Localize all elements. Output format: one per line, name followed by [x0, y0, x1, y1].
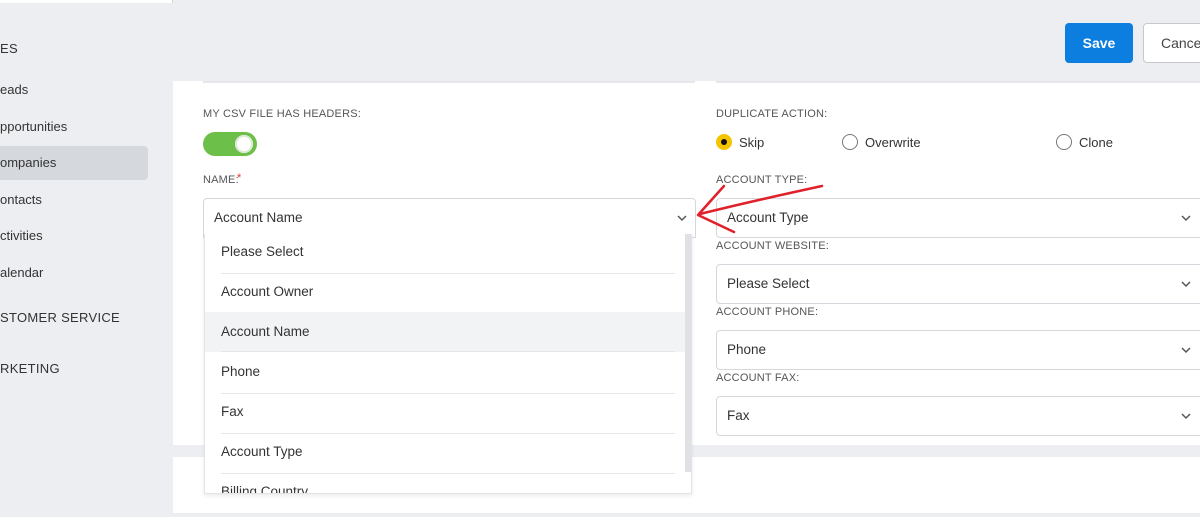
account-website-label: ACCOUNT WEBSITE:	[716, 240, 830, 252]
chevron-down-icon	[1181, 413, 1191, 420]
name-select-value: Account Name	[214, 210, 303, 225]
dropdown-option-label: Billing Country	[221, 484, 309, 494]
account-phone-select[interactable]: Phone	[716, 330, 1200, 370]
dropdown-option[interactable]: Account Owner	[205, 274, 689, 314]
sidebar-section-sales: ES	[0, 41, 18, 56]
name-select-dropdown[interactable]: Please Select Account Owner Account Name…	[204, 234, 692, 494]
name-label-text: NAME:	[203, 174, 239, 186]
radio-skip-label: Skip	[739, 134, 765, 150]
chevron-down-icon	[1181, 347, 1191, 354]
radio-unchecked-icon[interactable]	[1056, 134, 1072, 150]
dropdown-option[interactable]: Account Type	[205, 434, 689, 474]
account-website-value: Please Select	[727, 276, 810, 291]
duplicate-action-label: DUPLICATE ACTION:	[716, 108, 828, 120]
dropdown-option-label: Phone	[221, 364, 261, 379]
panel-top-divider	[203, 81, 695, 83]
name-field-label: NAME:	[203, 174, 239, 186]
toggle-knob	[235, 135, 253, 153]
sidebar-item-opportunities[interactable]: pportunities	[0, 110, 148, 144]
chevron-down-icon	[677, 215, 687, 222]
sidebar-item-activities[interactable]: ctivities	[0, 219, 148, 253]
radio-checked-icon[interactable]	[716, 134, 732, 150]
sidebar-item-companies[interactable]: ompanies	[0, 146, 148, 180]
red-arrow-icon	[696, 184, 824, 234]
radio-overwrite[interactable]: Overwrite	[842, 132, 921, 152]
csv-headers-label: MY CSV FILE HAS HEADERS:	[203, 108, 362, 120]
chevron-down-icon	[1181, 281, 1191, 288]
sidebar-top-strip	[0, 0, 172, 3]
account-fax-value: Fax	[727, 408, 750, 423]
dropdown-option[interactable]: Phone	[205, 354, 689, 394]
radio-overwrite-label: Overwrite	[865, 134, 921, 150]
panel-top-divider-right	[716, 81, 1200, 83]
account-fax-label: ACCOUNT FAX:	[716, 372, 800, 384]
dropdown-option-label: Account Type	[221, 444, 303, 459]
dropdown-option-label: Please Select	[221, 244, 304, 259]
dropdown-scrollbar[interactable]	[685, 234, 691, 472]
account-website-select[interactable]: Please Select	[716, 264, 1200, 304]
radio-clone[interactable]: Clone	[1056, 132, 1113, 152]
dropdown-separator	[221, 351, 675, 352]
account-phone-label: ACCOUNT PHONE:	[716, 306, 819, 318]
sidebar-section-customer-service[interactable]: STOMER SERVICE	[0, 310, 120, 325]
csv-headers-toggle[interactable]	[203, 132, 257, 156]
account-phone-value: Phone	[727, 342, 767, 357]
dropdown-option[interactable]: Please Select	[205, 234, 689, 274]
radio-clone-label: Clone	[1079, 134, 1113, 150]
cancel-button[interactable]: Cance	[1143, 23, 1200, 63]
chevron-down-icon	[1181, 215, 1191, 222]
sidebar-item-calendar[interactable]: alendar	[0, 256, 148, 290]
dropdown-option[interactable]: Fax	[205, 394, 689, 434]
dropdown-option[interactable]: Billing Country	[205, 474, 689, 494]
account-fax-select[interactable]: Fax	[716, 396, 1200, 436]
dropdown-option-label: Account Name	[221, 324, 310, 339]
radio-unchecked-icon[interactable]	[842, 134, 858, 150]
save-button[interactable]: Save	[1065, 23, 1133, 63]
name-select[interactable]: Account Name	[203, 198, 696, 238]
radio-skip[interactable]: Skip	[716, 132, 764, 152]
dropdown-option-label: Fax	[221, 404, 244, 419]
header-bar	[173, 3, 1200, 81]
required-marker: *	[237, 172, 242, 184]
dropdown-option-selected[interactable]: Account Name	[205, 312, 689, 352]
sidebar-section-marketing[interactable]: RKETING	[0, 361, 60, 376]
sidebar-item-leads[interactable]: eads	[0, 73, 148, 107]
sidebar-item-contacts[interactable]: ontacts	[0, 183, 148, 217]
sidebar: ES eads pportunities ompanies ontacts ct…	[0, 0, 172, 517]
dropdown-option-label: Account Owner	[221, 284, 314, 299]
